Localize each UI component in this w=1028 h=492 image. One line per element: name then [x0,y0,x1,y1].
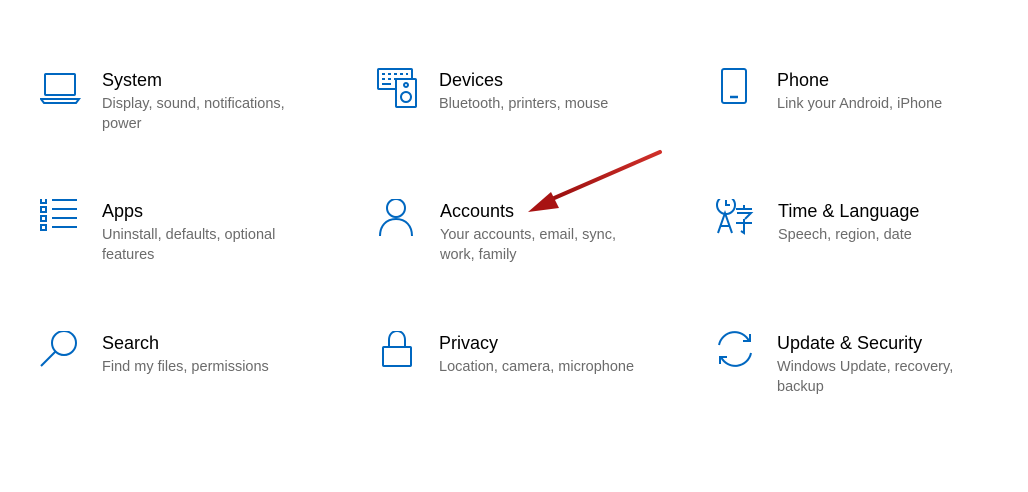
tile-search[interactable]: Search Find my files, permissions [40,331,340,423]
settings-grid: System Display, sound, notifications, po… [0,0,1028,492]
tile-apps[interactable]: Apps Uninstall, defaults, optional featu… [40,199,340,291]
tile-description: Speech, region, date [778,227,912,243]
tile-accounts[interactable]: Accounts Your accounts, email, sync, wor… [378,199,678,291]
tile-time-language[interactable]: Time & Language Speech, region, date [715,199,1015,291]
tile-title: System [102,70,163,90]
tile-description: Uninstall, defaults, optional features [102,227,276,263]
tile-privacy[interactable]: Privacy Location, camera, microphone [377,331,677,423]
time-language-icon [715,199,759,243]
phone-icon [715,68,759,112]
tile-title: Accounts [440,201,515,221]
tile-devices[interactable]: Devices Bluetooth, printers, mouse [377,68,677,160]
tile-update-security[interactable]: Update & Security Windows Update, recove… [715,331,1015,423]
person-icon [378,199,422,243]
tile-title: Update & Security [777,333,923,353]
tile-description: Your accounts, email, sync, work, family [440,227,616,263]
tile-title: Apps [102,201,144,221]
tile-description: Bluetooth, printers, mouse [439,96,609,112]
laptop-icon [40,68,84,112]
tile-title: Phone [777,70,830,90]
tile-title: Time & Language [778,201,920,221]
apps-list-icon [40,199,84,243]
tile-title: Search [102,333,160,353]
sync-icon [715,331,759,375]
keyboard-speaker-icon [377,68,421,112]
search-icon [40,331,84,375]
tile-description: Location, camera, microphone [439,359,635,375]
tile-title: Devices [439,70,504,90]
tile-system[interactable]: System Display, sound, notifications, po… [40,68,340,160]
lock-icon [377,331,421,375]
tile-description: Windows Update, recovery, backup [777,359,954,395]
tile-title: Privacy [439,333,499,353]
tile-description: Find my files, permissions [102,359,269,375]
tile-description: Link your Android, iPhone [777,96,943,112]
tile-phone[interactable]: Phone Link your Android, iPhone [715,68,1015,160]
tile-description: Display, sound, notifications, power [102,96,285,132]
